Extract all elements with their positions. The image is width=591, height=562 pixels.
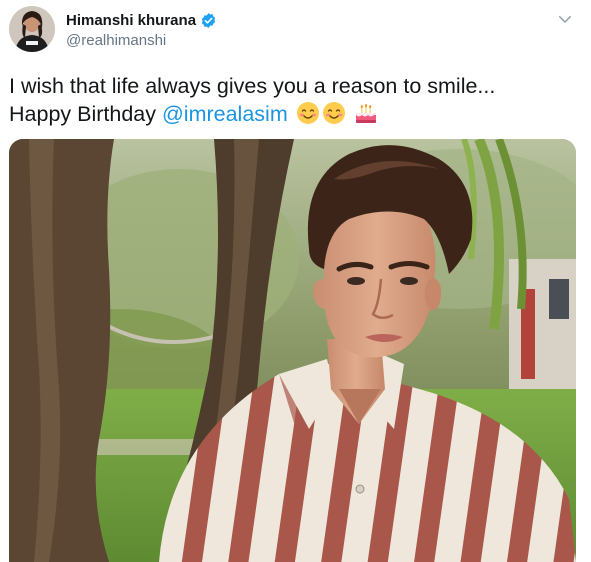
author-avatar[interactable] bbox=[9, 6, 55, 52]
author-info: Himanshi khurana @realhimanshi bbox=[66, 10, 217, 49]
tweet-text: I wish that life always gives you a reas… bbox=[9, 72, 579, 128]
tweet-photo[interactable] bbox=[9, 139, 576, 562]
smiling-face-emoji bbox=[296, 101, 320, 125]
verified-badge-icon bbox=[200, 12, 217, 29]
tweet-text-line-1: I wish that life always gives you a reas… bbox=[9, 74, 496, 98]
chevron-down-icon[interactable] bbox=[556, 10, 574, 28]
author-display-name[interactable]: Himanshi khurana bbox=[66, 12, 196, 29]
birthday-cake-emoji bbox=[354, 101, 378, 125]
smiling-face-emoji bbox=[322, 101, 346, 125]
mention-link[interactable]: @imrealasim bbox=[162, 102, 288, 126]
tweet-text-greeting: Happy Birthday bbox=[9, 102, 162, 126]
tweet-text-line-2: Happy Birthday @imrealasim bbox=[9, 100, 579, 128]
tweet-card[interactable]: Himanshi khurana @realhimanshi I wish th… bbox=[0, 0, 591, 562]
author-handle[interactable]: @realhimanshi bbox=[66, 32, 217, 49]
